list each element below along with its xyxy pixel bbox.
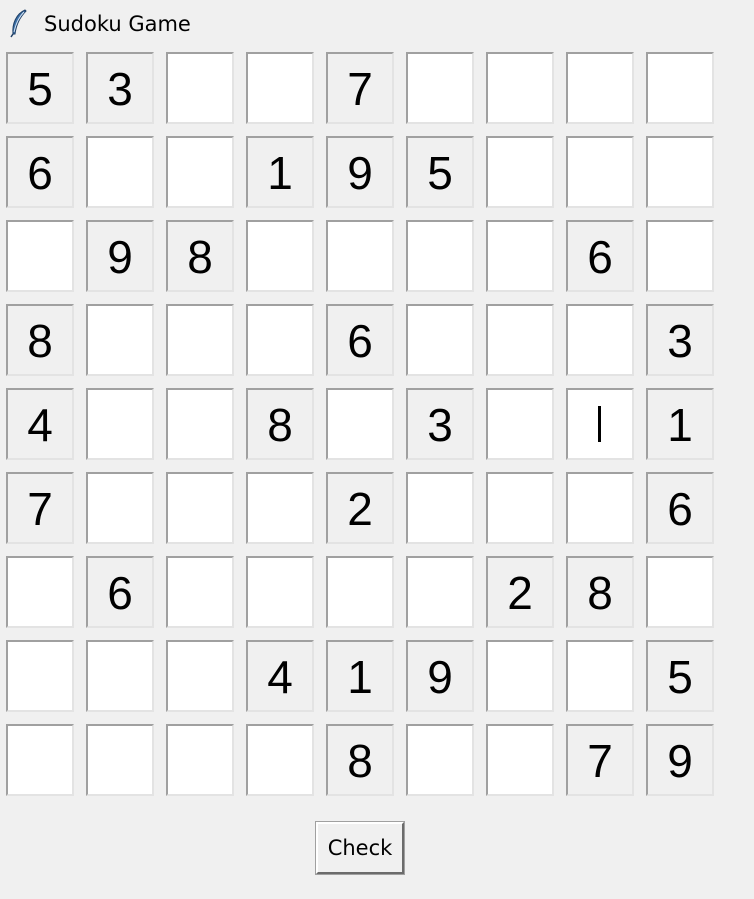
- sudoku-cell-r8-c5[interactable]: 1: [326, 640, 394, 712]
- sudoku-cell-r4-c5[interactable]: 6: [326, 304, 394, 376]
- sudoku-cell-r8-c4[interactable]: 4: [246, 640, 314, 712]
- sudoku-board: 537619598686348317266284195879: [0, 0, 754, 899]
- sudoku-cell-r2-c3[interactable]: [166, 136, 234, 208]
- sudoku-cell-r5-c3[interactable]: [166, 388, 234, 460]
- sudoku-cell-r4-c6[interactable]: [406, 304, 474, 376]
- sudoku-cell-r5-c4[interactable]: 8: [246, 388, 314, 460]
- sudoku-cell-r7-c5[interactable]: [326, 556, 394, 628]
- sudoku-cell-r4-c1[interactable]: 8: [6, 304, 74, 376]
- sudoku-cell-r6-c1[interactable]: 7: [6, 472, 74, 544]
- sudoku-cell-r3-c8[interactable]: 6: [566, 220, 634, 292]
- sudoku-cell-r6-c2[interactable]: [86, 472, 154, 544]
- sudoku-cell-r7-c7[interactable]: 2: [486, 556, 554, 628]
- sudoku-cell-r5-c7[interactable]: [486, 388, 554, 460]
- sudoku-cell-r2-c5[interactable]: 9: [326, 136, 394, 208]
- sudoku-cell-r7-c9[interactable]: [646, 556, 714, 628]
- sudoku-cell-r1-c2[interactable]: 3: [86, 52, 154, 124]
- sudoku-cell-r2-c4[interactable]: 1: [246, 136, 314, 208]
- sudoku-cell-r3-c6[interactable]: [406, 220, 474, 292]
- sudoku-cell-r3-c1[interactable]: [6, 220, 74, 292]
- sudoku-cell-r9-c4[interactable]: [246, 724, 314, 796]
- sudoku-cell-r5-c5[interactable]: [326, 388, 394, 460]
- sudoku-cell-r8-c7[interactable]: [486, 640, 554, 712]
- sudoku-cell-r8-c3[interactable]: [166, 640, 234, 712]
- sudoku-cell-r3-c4[interactable]: [246, 220, 314, 292]
- sudoku-cell-r2-c8[interactable]: [566, 136, 634, 208]
- sudoku-cell-r9-c8[interactable]: 7: [566, 724, 634, 796]
- sudoku-cell-r3-c7[interactable]: [486, 220, 554, 292]
- sudoku-cell-r8-c1[interactable]: [6, 640, 74, 712]
- sudoku-cell-r1-c6[interactable]: [406, 52, 474, 124]
- sudoku-cell-r5-c2[interactable]: [86, 388, 154, 460]
- sudoku-cell-r7-c2[interactable]: 6: [86, 556, 154, 628]
- sudoku-cell-r3-c9[interactable]: [646, 220, 714, 292]
- sudoku-cell-r7-c4[interactable]: [246, 556, 314, 628]
- sudoku-cell-r7-c8[interactable]: 8: [566, 556, 634, 628]
- sudoku-cell-r2-c2[interactable]: [86, 136, 154, 208]
- sudoku-cell-r4-c3[interactable]: [166, 304, 234, 376]
- sudoku-cell-r4-c7[interactable]: [486, 304, 554, 376]
- sudoku-cell-r5-c6[interactable]: 3: [406, 388, 474, 460]
- sudoku-cell-r6-c9[interactable]: 6: [646, 472, 714, 544]
- sudoku-cell-r8-c9[interactable]: 5: [646, 640, 714, 712]
- text-cursor: [598, 406, 601, 442]
- sudoku-cell-r9-c5[interactable]: 8: [326, 724, 394, 796]
- sudoku-cell-r4-c8[interactable]: [566, 304, 634, 376]
- sudoku-cell-r9-c2[interactable]: [86, 724, 154, 796]
- sudoku-cell-r5-c9[interactable]: 1: [646, 388, 714, 460]
- sudoku-cell-r7-c1[interactable]: [6, 556, 74, 628]
- sudoku-cell-r4-c2[interactable]: [86, 304, 154, 376]
- sudoku-cell-r9-c9[interactable]: 9: [646, 724, 714, 796]
- sudoku-cell-r1-c3[interactable]: [166, 52, 234, 124]
- sudoku-cell-r1-c5[interactable]: 7: [326, 52, 394, 124]
- sudoku-cell-r5-c1[interactable]: 4: [6, 388, 74, 460]
- sudoku-cell-r3-c3[interactable]: 8: [166, 220, 234, 292]
- sudoku-cell-r8-c6[interactable]: 9: [406, 640, 474, 712]
- sudoku-cell-r1-c8[interactable]: [566, 52, 634, 124]
- sudoku-cell-r1-c1[interactable]: 5: [6, 52, 74, 124]
- sudoku-cell-r6-c3[interactable]: [166, 472, 234, 544]
- sudoku-cell-r3-c5[interactable]: [326, 220, 394, 292]
- sudoku-cell-r4-c9[interactable]: 3: [646, 304, 714, 376]
- sudoku-cell-r8-c8[interactable]: [566, 640, 634, 712]
- sudoku-cell-r9-c3[interactable]: [166, 724, 234, 796]
- sudoku-cell-r1-c9[interactable]: [646, 52, 714, 124]
- sudoku-cell-r6-c7[interactable]: [486, 472, 554, 544]
- sudoku-cell-r6-c6[interactable]: [406, 472, 474, 544]
- sudoku-cell-r3-c2[interactable]: 9: [86, 220, 154, 292]
- sudoku-cell-r6-c8[interactable]: [566, 472, 634, 544]
- sudoku-cell-r9-c7[interactable]: [486, 724, 554, 796]
- sudoku-cell-r6-c5[interactable]: 2: [326, 472, 394, 544]
- sudoku-cell-r9-c6[interactable]: [406, 724, 474, 796]
- sudoku-cell-r1-c7[interactable]: [486, 52, 554, 124]
- sudoku-cell-r2-c9[interactable]: [646, 136, 714, 208]
- sudoku-cell-r2-c7[interactable]: [486, 136, 554, 208]
- sudoku-cell-r7-c6[interactable]: [406, 556, 474, 628]
- sudoku-cell-r4-c4[interactable]: [246, 304, 314, 376]
- sudoku-cell-r8-c2[interactable]: [86, 640, 154, 712]
- sudoku-cell-r7-c3[interactable]: [166, 556, 234, 628]
- sudoku-cell-r9-c1[interactable]: [6, 724, 74, 796]
- sudoku-cell-r2-c1[interactable]: 6: [6, 136, 74, 208]
- sudoku-cell-r2-c6[interactable]: 5: [406, 136, 474, 208]
- sudoku-cell-r6-c4[interactable]: [246, 472, 314, 544]
- sudoku-cell-r1-c4[interactable]: [246, 52, 314, 124]
- check-button[interactable]: Check: [315, 821, 405, 875]
